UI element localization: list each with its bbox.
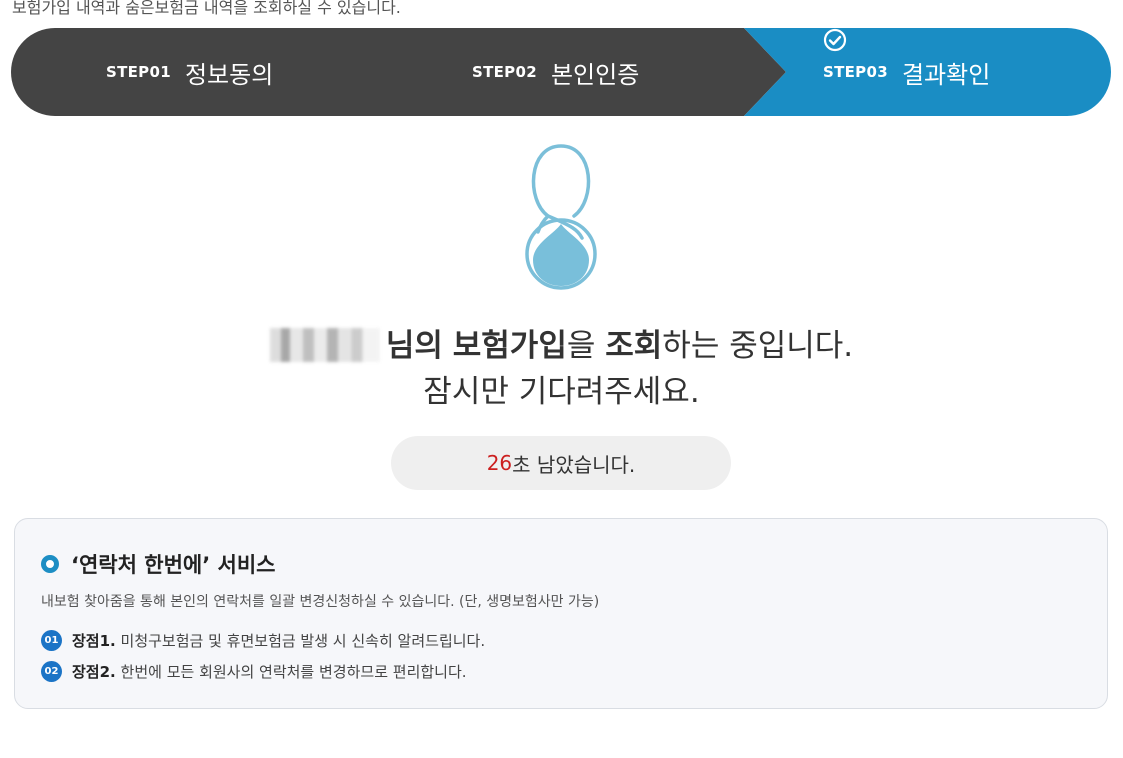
step-name: 정보동의	[184, 60, 274, 89]
countdown-suffix: 초 남았습니다.	[512, 452, 636, 477]
countdown-seconds: 26	[486, 451, 513, 475]
masked-user-name	[269, 328, 380, 362]
check-circle-icon	[823, 28, 1030, 84]
contact-service-box: ‘연락처 한번에’ 서비스 내보험 찾아줌을 통해 본인의 연락처를 일괄 변경…	[14, 518, 1108, 709]
step-name: 본인인증	[550, 60, 640, 89]
step-1-info-consent: STEP01 정보동의	[106, 28, 273, 116]
benefit-text: 미청구보험금 및 휴면보험금 발생 시 신속히 알려드립니다.	[120, 632, 486, 650]
benefit-text: 한번에 모든 회원사의 연락처를 변경하므로 편리합니다.	[120, 663, 467, 681]
name-suffix: 님의	[385, 328, 443, 364]
hourglass-icon	[522, 142, 600, 296]
inquiry-keyword: 조회	[605, 328, 663, 364]
countdown-timer: 26 초 남았습니다.	[391, 436, 731, 490]
service-description: 내보험 찾아줌을 통해 본인의 연락처를 일괄 변경신청하실 수 있습니다. (…	[41, 594, 600, 610]
service-title-text: ‘연락처 한번에’ 서비스	[71, 553, 276, 577]
benefit-label: 장점2.	[72, 663, 116, 681]
step-name: 결과확인	[901, 60, 991, 89]
number-badge: 01	[41, 630, 62, 651]
step-number: STEP02	[472, 63, 537, 81]
step-progress-bar: STEP01 정보동의 STEP02 본인인증 STEP03 결과확인	[11, 28, 1111, 116]
step-2-identity-verification: STEP02 본인인증	[472, 28, 639, 116]
step-number: STEP03	[823, 63, 888, 81]
benefit-label: 장점1.	[72, 632, 116, 650]
step-3-result-check: STEP03 결과확인	[823, 28, 1030, 116]
page-description: 보험가입 내역과 숨은보험금 내역을 조회하실 수 있습니다.	[12, 0, 401, 17]
loading-message-line-2: 잠시만 기다려주세요.	[423, 374, 700, 410]
message-tail: 하는 중입니다.	[662, 328, 854, 364]
number-badge: 02	[41, 661, 62, 682]
benefit-item-1: 01 장점1. 미청구보험금 및 휴면보험금 발생 시 신속히 알려드립니다.	[41, 630, 485, 651]
step-number: STEP01	[106, 63, 171, 81]
insurance-keyword: 보험가입	[452, 328, 567, 364]
ring-bullet-icon	[41, 555, 59, 573]
particle: 을	[566, 328, 596, 364]
loading-message-line-1: 님의 보험가입을 조회하는 중입니다.	[0, 320, 1123, 365]
service-title: ‘연락처 한번에’ 서비스	[41, 549, 275, 579]
benefit-item-2: 02 장점2. 한번에 모든 회원사의 연락처를 변경하므로 편리합니다.	[41, 661, 467, 682]
